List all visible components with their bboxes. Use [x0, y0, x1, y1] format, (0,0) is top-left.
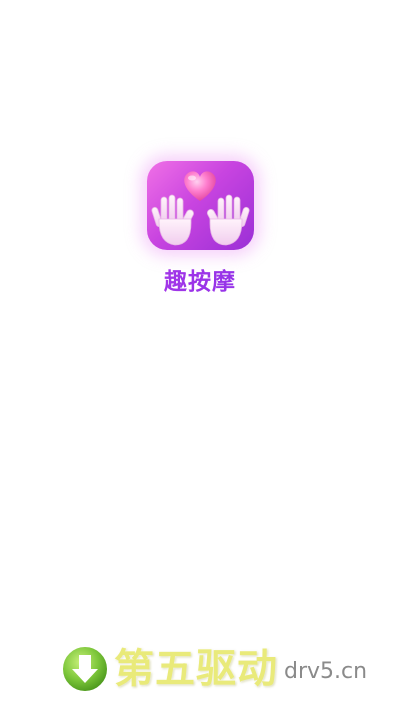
download-arrow-icon	[61, 645, 109, 693]
app-logo	[147, 161, 254, 250]
app-name: 趣按摩	[0, 262, 400, 296]
watermark-chinese-text: 第五驱动	[114, 646, 278, 692]
watermark-domain-text: drv5.cn	[284, 659, 368, 684]
splash-screen: 趣按摩 第五驱动 drv5.cn	[0, 0, 400, 711]
heart-hands-icon	[151, 171, 250, 246]
watermark: 第五驱动 drv5.cn	[60, 642, 367, 696]
